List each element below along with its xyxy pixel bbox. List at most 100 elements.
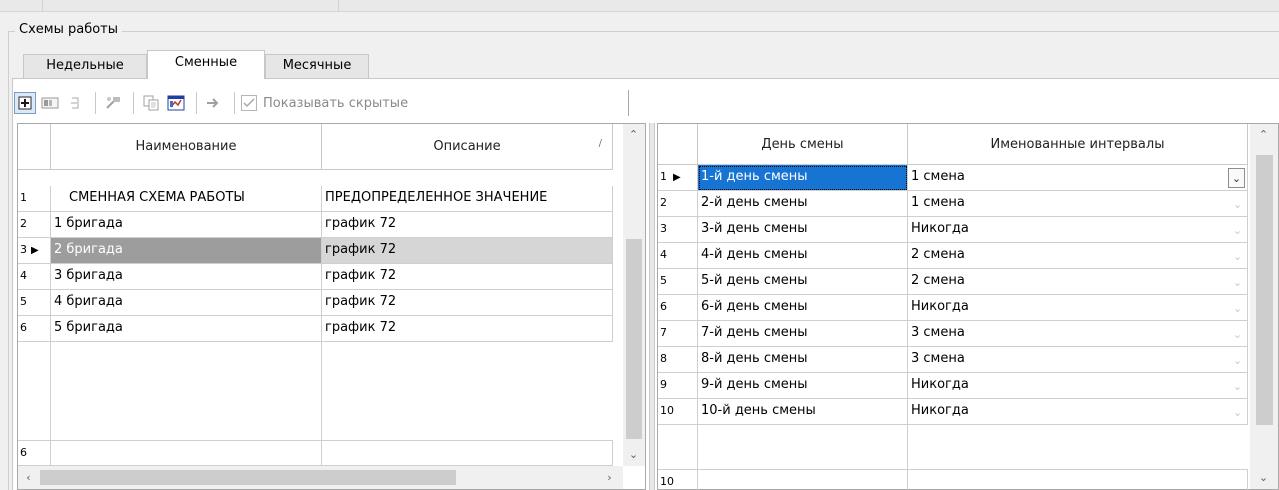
dropdown-chevron-icon[interactable]: ⌄ [1229, 246, 1246, 266]
add-icon [18, 96, 32, 110]
row-number: 10 [658, 399, 698, 425]
table-cell-name[interactable]: 5 бригада [51, 316, 322, 342]
scrollbar-thumb[interactable] [1256, 155, 1273, 425]
table-cell-shift-day[interactable]: 5-й день смены [698, 269, 908, 295]
checkbox-box[interactable] [241, 95, 257, 111]
toolbar-separator [234, 92, 235, 114]
table-cell-interval[interactable]: 1 смена [908, 165, 1248, 191]
table-cell-interval[interactable]: Никогда [908, 217, 1248, 243]
dropdown-chevron-icon[interactable]: ⌄ [1229, 220, 1246, 240]
table-cell-name[interactable]: 4 бригада [51, 290, 322, 316]
column-gridline [50, 342, 51, 440]
show-hidden-label: Показывать скрытые [263, 95, 409, 111]
indent-button[interactable] [64, 92, 86, 114]
tab-monthly[interactable]: Месячные [265, 54, 369, 78]
row-number: 5 [18, 290, 51, 316]
dropdown-chevron-icon[interactable]: ⌄ [1229, 402, 1246, 422]
edit-button[interactable] [39, 92, 61, 114]
footer-cell [698, 469, 908, 490]
row-number: 5 [658, 269, 698, 295]
table-cell-shift-day-selected[interactable]: 1-й день смены [698, 165, 908, 191]
table-cell-interval[interactable]: 2 смена [908, 243, 1248, 269]
dropdown-chevron-icon[interactable]: ⌄ [1229, 376, 1246, 396]
column-gridline [321, 342, 322, 440]
text-field-icon [41, 97, 59, 109]
vertical-scrollbar[interactable]: ⌃ ⌄ [1250, 124, 1278, 489]
column-header-description[interactable]: Описание / [322, 124, 613, 170]
table-cell-name[interactable]: 1 бригада [51, 212, 322, 238]
table-cell-description[interactable]: график 72 [322, 264, 613, 290]
table-cell-shift-day[interactable]: 2-й день смены [698, 191, 908, 217]
table-cell-shift-day[interactable]: 3-й день смены [698, 217, 908, 243]
interval-value: 1 смена [911, 169, 965, 184]
table-cell-name-selected[interactable]: 2 бригада [51, 238, 322, 264]
table-cell-shift-day[interactable]: 10-й день смены [698, 399, 908, 425]
show-hidden-checkbox[interactable]: Показывать скрытые [241, 95, 408, 111]
tab-weekly[interactable]: Недельные [23, 54, 147, 78]
row-number-header [18, 124, 51, 170]
table-cell-interval[interactable]: 3 смена [908, 321, 1248, 347]
column-gridline [907, 425, 908, 469]
table-cell-interval[interactable]: Никогда [908, 373, 1248, 399]
move-button[interactable] [203, 92, 225, 114]
toolbar: Показывать скрытые [14, 88, 637, 118]
row-number: 8 [658, 347, 698, 373]
scroll-down-icon[interactable]: ⌄ [625, 446, 642, 463]
table-cell-shift-day[interactable]: 6-й день смены [698, 295, 908, 321]
column-header-named-intervals[interactable]: Именованные интервалы [908, 124, 1248, 165]
properties-icon [106, 97, 120, 109]
table-cell-interval[interactable]: Никогда [908, 295, 1248, 321]
table-cell-description[interactable]: график 72 [322, 290, 613, 316]
current-row-indicator-icon: ▶ [31, 245, 39, 256]
shift-days-grid: День смены Именованные интервалы 1 ▶ 1-й … [657, 123, 1279, 490]
copy-button[interactable] [140, 92, 162, 114]
footer-cell [322, 440, 613, 466]
properties-button[interactable] [102, 92, 124, 114]
top-strip-segment [43, 0, 339, 12]
report-button[interactable] [165, 92, 187, 114]
table-cell-description[interactable]: ПРЕДОПРЕДЕЛЕННОЕ ЗНАЧЕНИЕ [322, 186, 613, 212]
scroll-up-icon[interactable]: ⌃ [1255, 126, 1272, 143]
copy-icon [143, 95, 159, 111]
column-header-description-label: Описание [433, 139, 501, 154]
scrollbar-thumb[interactable] [40, 470, 456, 485]
scroll-left-icon[interactable]: ‹ [20, 469, 37, 486]
scroll-down-icon[interactable]: ⌄ [1255, 469, 1272, 486]
table-cell-shift-day[interactable]: 9-й день смены [698, 373, 908, 399]
tab-shift[interactable]: Сменные [147, 50, 265, 79]
dropdown-chevron-icon[interactable]: ⌄ [1229, 350, 1246, 370]
table-cell-description-selected[interactable]: график 72 [322, 238, 613, 264]
table-cell-shift-day[interactable]: 4-й день смены [698, 243, 908, 269]
table-cell-shift-day[interactable]: 8-й день смены [698, 347, 908, 373]
toolbar-separator [196, 92, 197, 114]
footer-count: 6 [18, 440, 51, 466]
table-cell-name[interactable]: 3 бригада [51, 264, 322, 290]
scroll-up-icon[interactable]: ⌃ [625, 126, 642, 143]
splitter[interactable] [649, 123, 655, 490]
toolbar-end-separator [628, 90, 629, 116]
scrollbar-thumb[interactable] [626, 239, 642, 439]
column-header-shift-day[interactable]: День смены [698, 124, 908, 165]
table-cell-shift-day[interactable]: 7-й день смены [698, 321, 908, 347]
table-cell-interval[interactable]: 1 смена [908, 191, 1248, 217]
table-cell-description[interactable]: график 72 [322, 316, 613, 342]
row-number: 9 [658, 373, 698, 399]
top-strip [0, 0, 1279, 12]
footer-count: 10 [658, 469, 698, 490]
dropdown-chevron-icon[interactable]: ⌄ [1229, 298, 1246, 318]
table-cell-description[interactable]: график 72 [322, 212, 613, 238]
table-cell-interval[interactable]: 2 смена [908, 269, 1248, 295]
table-cell-interval[interactable]: 3 смена [908, 347, 1248, 373]
table-cell-interval[interactable]: Никогда [908, 399, 1248, 425]
table-cell-name[interactable]: СМЕННАЯ СХЕМА РАБОТЫ [51, 186, 322, 212]
dropdown-chevron-icon[interactable]: ⌄ [1229, 324, 1246, 344]
horizontal-scrollbar[interactable]: ‹ › [18, 466, 623, 489]
vertical-scrollbar[interactable]: ⌃ ⌄ [623, 124, 645, 466]
column-header-name[interactable]: Наименование [51, 124, 322, 170]
dropdown-chevron-icon[interactable]: ⌄ [1229, 272, 1246, 292]
row-number: 2 [18, 212, 51, 238]
dropdown-chevron-icon[interactable]: ⌄ [1229, 194, 1246, 214]
add-row-button[interactable] [14, 92, 36, 114]
scroll-right-icon[interactable]: › [601, 469, 618, 486]
dropdown-chevron-icon[interactable]: ⌄ [1228, 168, 1245, 188]
